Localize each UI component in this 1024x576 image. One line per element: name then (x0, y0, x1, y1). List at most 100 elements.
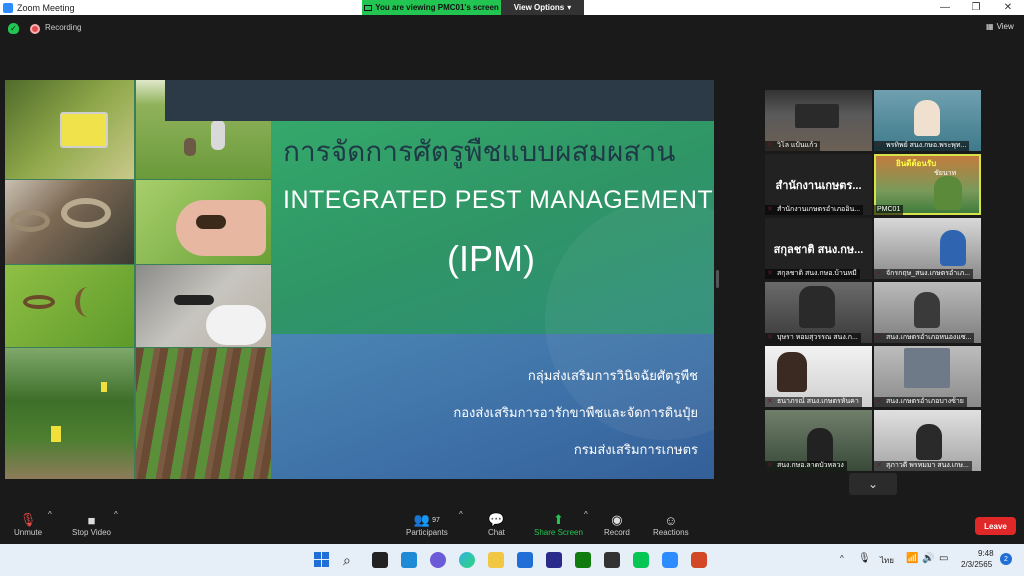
video-camera-icon: ■ (87, 512, 96, 528)
slide-subtitle-line2: กองส่งเสริมการอารักขาพืชและจัดการดินปุ๋ย (453, 406, 698, 421)
video-tile[interactable]: ✕ บุษรา หอมสุวรรณ สนง.ก... (765, 282, 872, 343)
video-tile[interactable]: สกุลชาติ สนง.กษ... ✕ สกุลชาติ สนง.กษอ.บ้… (765, 218, 872, 279)
view-options-button[interactable]: View Options ▾ (501, 0, 584, 15)
wifi-icon[interactable]: 📶 (906, 553, 918, 564)
participant-name: สนง.เกษตรอำเภอบางซ้าย (874, 397, 967, 407)
audio-options-caret[interactable]: ^ (48, 510, 52, 519)
video-tile[interactable]: ✕ ธนาภรณ์ สนง.เกษตรหันคา (765, 346, 872, 407)
photo-caterpillars-grey (5, 180, 134, 264)
participant-big-name: สำนักงานเกษตร... (775, 180, 862, 192)
photo-trap-in-tree (5, 80, 134, 179)
slide-subtitle-line3: กรมส่งเสริมการเกษตร (573, 443, 698, 458)
participant-name: สกุลชาติ สนง.กษอ.บ้านหมี่ (765, 269, 860, 279)
app-icon[interactable] (604, 552, 620, 568)
search-icon[interactable]: ⌕ (343, 552, 359, 568)
line-app-icon[interactable] (633, 552, 649, 568)
tray-overflow-chevron-icon[interactable]: ^ (840, 554, 844, 563)
reactions-icon: ☺ (664, 512, 678, 528)
share-screen-button[interactable]: ⬆ Share Screen (534, 512, 583, 537)
notification-badge[interactable]: 2 (1000, 553, 1012, 565)
participant-name: PMC01 (874, 205, 904, 215)
participants-options-caret[interactable]: ^ (459, 510, 463, 519)
microphone-tray-icon[interactable]: 🎙 (858, 553, 871, 564)
participant-name: ธนาภรณ์ สนง.เกษตรหันคา (765, 397, 862, 407)
recording-label: Recording (45, 23, 82, 32)
zoom-logo-icon (3, 2, 13, 13)
participant-name: สุภาวดี พรหมมา สนง.เกษ... (874, 461, 972, 471)
video-tile[interactable]: ✕ สนง.กษอ.ลาดบัวหลวง (765, 410, 872, 471)
photo-caterpillars-on-leaf (5, 265, 134, 347)
screen-share-icon (364, 4, 373, 11)
file-explorer-icon[interactable] (488, 552, 504, 568)
battery-icon[interactable]: ▭ (939, 553, 948, 564)
video-options-caret[interactable]: ^ (114, 510, 118, 519)
video-tile[interactable]: ✕ จักรกฤษ_สนง.เกษตรอำเภ... (874, 218, 981, 279)
video-tile-active-speaker[interactable]: ยินดีต้อนรับ ชัยนาท PMC01 (874, 154, 981, 215)
shared-screen[interactable]: การจัดการศัตรูพืชแบบผสมผสาน INTEGRATED P… (5, 80, 714, 479)
meeting-toolbar: 🎙 Unmute ^ ■ Stop Video ^ 👥 97 Participan… (0, 506, 1024, 544)
video-tile[interactable]: ✕ พรทิพย์ สนง.กษอ.พระพุท... (874, 90, 981, 151)
reactions-button[interactable]: ☺ Reactions (653, 512, 689, 538)
participants-count: 97 (432, 516, 440, 524)
participant-name: พรทิพย์ สนง.กษอ.พระพุท... (874, 141, 970, 151)
chevron-down-icon: ▾ (567, 3, 572, 12)
record-button[interactable]: ◉ Record (604, 512, 630, 537)
video-tile[interactable]: สำนักงานเกษตร... ✕ สำนักงานเกษตรอำเภออิน… (765, 154, 872, 215)
close-button[interactable]: ✕ (993, 0, 1023, 15)
windows-taskbar: ⌕ ^ 🎙 ไทย 📶 🔊 ▭ 9:48 2/3/2565 2 (0, 544, 1024, 576)
recording-icon (30, 24, 40, 34)
share-options-caret[interactable]: ^ (584, 510, 588, 519)
xbox-icon[interactable] (575, 552, 591, 568)
task-view-icon[interactable] (372, 552, 388, 568)
participant-name: สำนักงานเกษตรอำเภออิน... (765, 205, 864, 215)
participant-big-name: สกุลชาติ สนง.กษ... (773, 244, 864, 256)
view-button[interactable]: ▦ View (986, 22, 1014, 31)
leave-button[interactable]: Leave (975, 517, 1016, 535)
screen-share-banner: You are viewing PMC01's screen View Opti… (362, 0, 584, 15)
video-tile[interactable]: ✕ สนง.เกษตรอำเภอหนองแซ... (874, 282, 981, 343)
windows-start-icon[interactable] (314, 552, 330, 568)
pmc01-overlay-line1: ยินดีต้อนรับ (896, 159, 937, 168)
muted-mic-icon: 🎙 (19, 512, 37, 527)
minimize-button[interactable]: — (930, 0, 960, 15)
slide-header-band (165, 80, 714, 121)
widgets-icon[interactable] (401, 552, 417, 568)
window-title: Zoom Meeting (17, 2, 75, 13)
viewing-label: You are viewing PMC01's screen (362, 0, 501, 15)
photo-vegetable-rows (136, 348, 271, 479)
store-app-icon[interactable] (546, 552, 562, 568)
edge-browser-icon[interactable] (459, 552, 475, 568)
slide-title-thai: การจัดการศัตรูพืชแบบผสมผสาน (283, 135, 676, 168)
chat-button[interactable]: 💬 Chat (488, 512, 505, 537)
next-page-chevron-icon[interactable]: ⌄ (849, 473, 897, 495)
zoom-app-icon[interactable] (662, 552, 678, 568)
share-screen-icon: ⬆ (553, 512, 564, 527)
participants-button[interactable]: 👥 97 Participants (406, 512, 448, 537)
photo-wasp-on-eggs (136, 265, 271, 347)
participant-name: สนง.กษอ.ลาดบัวหลวง (765, 461, 847, 471)
participant-name: บุษรา หอมสุวรรณ สนง.ก... (765, 333, 861, 343)
record-icon: ◉ (611, 512, 623, 527)
panel-resize-handle[interactable] (716, 270, 719, 288)
security-shield-icon[interactable]: ✓ (8, 23, 19, 34)
slide-title-english: INTEGRATED PEST MANAGEMENT (283, 186, 714, 214)
clock-date[interactable]: 2/3/2565 (961, 560, 992, 569)
language-indicator[interactable]: ไทย (880, 554, 894, 567)
volume-icon[interactable]: 🔊 (922, 553, 934, 564)
teams-chat-icon[interactable] (430, 552, 446, 568)
video-tile[interactable]: ✕ สนง.เกษตรอำเภอบางซ้าย (874, 346, 981, 407)
slide-title-abbr: (IPM) (447, 238, 535, 279)
participant-name: สนง.เกษตรอำเภอหนองแซ... (874, 333, 975, 343)
video-tile[interactable]: ✕ สุภาวดี พรหมมา สนง.เกษ... (874, 410, 981, 471)
maximize-button[interactable]: ❐ (961, 0, 991, 15)
photo-garden-yellow-traps (5, 348, 134, 479)
slide-subtitle-line1: กลุ่มส่งเสริมการวินิจฉัยศัตรูพืช (527, 369, 698, 384)
powerpoint-icon[interactable] (691, 552, 707, 568)
clock-time[interactable]: 9:48 (978, 549, 994, 558)
mail-icon[interactable] (517, 552, 533, 568)
stop-video-button[interactable]: ■ Stop Video (72, 512, 111, 538)
unmute-button[interactable]: 🎙 Unmute (14, 512, 42, 537)
chat-bubble-icon: 💬 (488, 512, 505, 527)
photo-beetle-on-finger (136, 180, 271, 264)
video-tile[interactable]: ✕ วิโล แป้นแก้ว (765, 90, 872, 151)
